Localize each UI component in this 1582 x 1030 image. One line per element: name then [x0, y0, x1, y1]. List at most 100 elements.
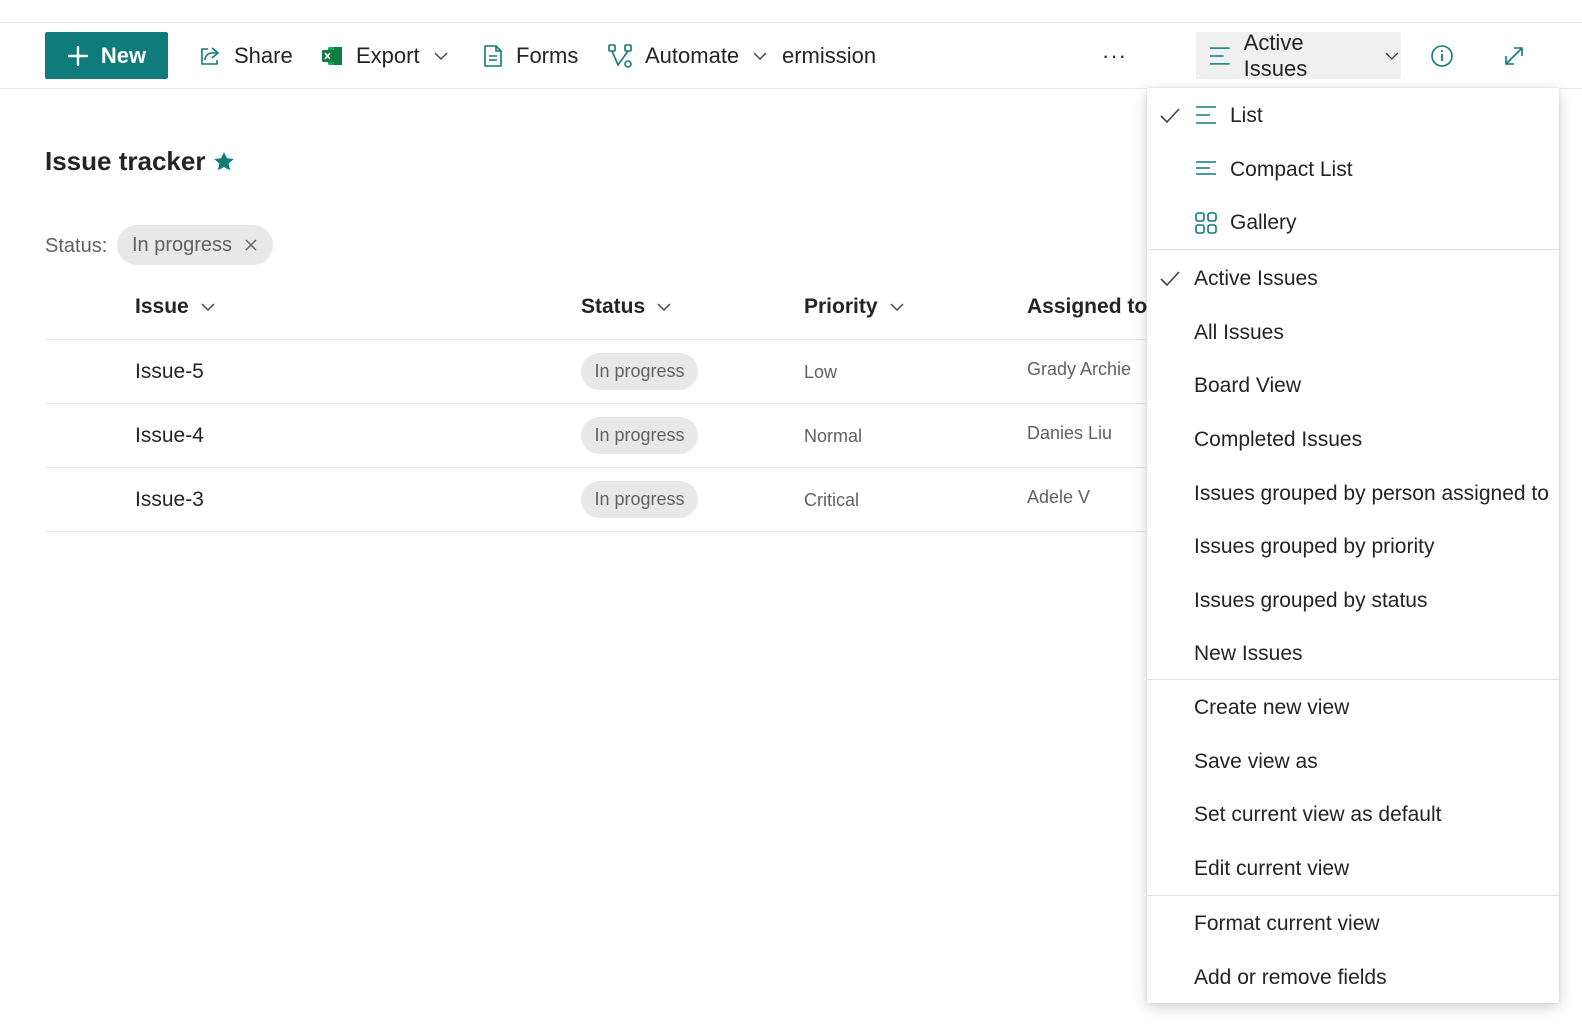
more-icon: ··· [1102, 42, 1127, 68]
automate-button[interactable]: Automate [607, 32, 769, 79]
automate-flow-icon [608, 43, 632, 68]
chevron-down-icon [434, 52, 448, 60]
close-icon[interactable] [244, 238, 258, 252]
filter-value: In progress [132, 233, 233, 256]
row-divider [45, 531, 1147, 532]
gallery-icon [1195, 212, 1217, 234]
menu-item-grouped-by-person[interactable]: Issues grouped by person assigned to [1147, 468, 1559, 520]
command-bar: New Share Export Forms Automate ermissio… [0, 23, 1582, 89]
menu-item-label: Add or remove fields [1194, 966, 1387, 989]
menu-item-label: Create new view [1194, 696, 1350, 719]
page-title: Issue tracker [45, 146, 206, 176]
status-badge: In progress [581, 481, 698, 518]
view-switcher-button[interactable]: Active Issues [1196, 29, 1401, 81]
assigned-to-cell: Danies Liu [1027, 423, 1113, 443]
chevron-down-icon [201, 303, 215, 311]
menu-item-label: Board View [1194, 374, 1302, 397]
more-button[interactable]: ··· [1102, 32, 1127, 79]
compact-list-icon [1196, 161, 1216, 175]
menu-item-new-issues[interactable]: New Issues [1147, 628, 1559, 680]
assigned-to-cell: Adele V [1027, 487, 1091, 507]
menu-item-create-new-view[interactable]: Create new view [1147, 682, 1559, 734]
column-header-label: Status [581, 295, 646, 318]
permission-label: ermission [782, 42, 877, 68]
info-button[interactable] [1422, 32, 1462, 79]
menu-item-all-issues[interactable]: All Issues [1147, 307, 1559, 359]
menu-item-gallery[interactable]: Gallery [1147, 197, 1559, 249]
menu-item-label: Issues grouped by status [1194, 589, 1428, 612]
row-divider [45, 467, 1147, 468]
menu-item-compact-list[interactable]: Compact List [1147, 144, 1559, 196]
row-divider [45, 403, 1147, 404]
column-header-label: Assigned to [1027, 295, 1148, 318]
favorite-star-icon[interactable] [212, 150, 236, 174]
menu-item-list[interactable]: List [1147, 90, 1559, 142]
menu-item-label: Issues grouped by priority [1194, 535, 1435, 558]
info-icon [1431, 44, 1453, 67]
menu-item-label: Edit current view [1194, 857, 1350, 880]
menu-item-board-view[interactable]: Board View [1147, 360, 1559, 412]
row-divider [45, 339, 1147, 340]
menu-item-grouped-by-status[interactable]: Issues grouped by status [1147, 575, 1559, 627]
column-header-status[interactable]: Status [581, 295, 673, 319]
export-label: Export [356, 42, 420, 68]
menu-item-completed-issues[interactable]: Completed Issues [1147, 414, 1559, 466]
filter-label: Status: [45, 235, 108, 257]
priority-cell: Normal [804, 426, 863, 446]
chevron-down-icon [657, 303, 671, 311]
list-icon [1196, 106, 1216, 124]
status-badge: In progress [581, 353, 698, 390]
column-header-assigned-to[interactable]: Assigned to [1027, 295, 1147, 319]
view-options-menu: List Compact List Gallery Active Issues … [1147, 88, 1559, 1003]
menu-item-label: Active Issues [1194, 267, 1318, 290]
menu-item-set-default-view[interactable]: Set current view as default [1147, 789, 1559, 841]
menu-item-grouped-by-priority[interactable]: Issues grouped by priority [1147, 521, 1559, 573]
excel-icon [322, 46, 342, 65]
menu-item-active-issues[interactable]: Active Issues [1147, 253, 1559, 305]
forms-label: Forms [516, 42, 579, 68]
new-button-label: New [100, 42, 147, 68]
export-button[interactable]: Export [320, 32, 450, 79]
checkmark-icon [1160, 108, 1180, 124]
menu-item-save-view-as[interactable]: Save view as [1147, 736, 1559, 788]
priority-cell: Critical [804, 490, 860, 510]
forms-button[interactable]: Forms [482, 32, 578, 79]
menu-divider [1147, 679, 1559, 680]
form-document-icon [484, 44, 502, 67]
menu-divider [1147, 249, 1559, 250]
share-label: Share [234, 42, 293, 68]
column-header-label: Priority [804, 295, 878, 318]
new-button[interactable]: New [45, 32, 168, 79]
menu-item-label: Gallery [1230, 211, 1297, 234]
menu-item-label: Set current view as default [1194, 803, 1442, 826]
menu-item-label: Compact List [1230, 158, 1353, 181]
menu-item-format-current-view[interactable]: Format current view [1147, 898, 1559, 950]
chevron-down-icon [1385, 52, 1399, 60]
expand-icon [1505, 46, 1523, 65]
menu-item-edit-current-view[interactable]: Edit current view [1147, 843, 1559, 895]
share-icon [201, 46, 219, 65]
status-badge: In progress [581, 417, 698, 454]
column-header-priority[interactable]: Priority [804, 295, 906, 319]
checkmark-icon [1160, 271, 1180, 287]
issue-title-cell[interactable]: Issue-3 [135, 488, 204, 512]
menu-item-label: Issues grouped by person assigned to [1194, 482, 1549, 505]
issue-title-cell[interactable]: Issue-4 [135, 424, 204, 448]
permission-button[interactable]: ermission [782, 32, 876, 79]
menu-item-label: Save view as [1194, 750, 1318, 773]
list-icon [1209, 46, 1230, 65]
expand-button[interactable] [1494, 32, 1534, 79]
share-button[interactable]: Share [198, 32, 293, 79]
menu-item-add-remove-fields[interactable]: Add or remove fields [1147, 952, 1559, 1004]
column-header-label: Issue [135, 295, 189, 318]
column-header-issue[interactable]: Issue [135, 295, 217, 319]
issue-title-cell[interactable]: Issue-5 [135, 360, 204, 384]
status-filter-pill[interactable]: In progress [117, 225, 273, 265]
menu-divider [1147, 895, 1559, 896]
chevron-down-icon [890, 303, 904, 311]
view-switcher-label: Active Issues [1243, 29, 1308, 81]
priority-cell: Low [804, 362, 838, 382]
menu-item-label: Completed Issues [1194, 428, 1363, 451]
menu-item-label: All Issues [1194, 321, 1284, 344]
plus-icon [67, 45, 89, 66]
